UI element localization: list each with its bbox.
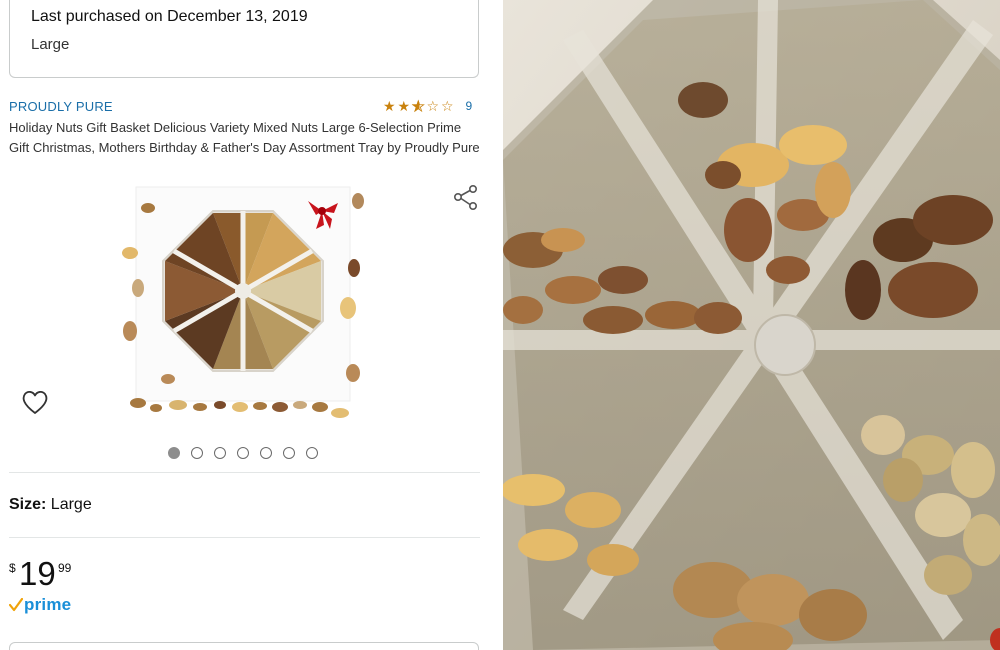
price-fraction: 99 <box>58 561 72 575</box>
check-icon <box>9 598 23 612</box>
carousel-dot[interactable] <box>214 447 226 459</box>
prime-badge: prime <box>9 595 71 615</box>
prime-label: prime <box>24 595 72 614</box>
brand-link[interactable]: PROUDLY PURE <box>9 99 113 114</box>
carousel-dot[interactable] <box>168 447 180 459</box>
product-image[interactable] <box>118 183 368 423</box>
divider <box>9 537 480 538</box>
image-carousel-dots[interactable] <box>168 447 318 459</box>
last-purchased-text: Last purchased on December 13, 2019 <box>31 8 308 25</box>
heart-icon[interactable] <box>19 386 51 418</box>
product-photo-zoomed <box>503 0 1000 650</box>
carousel-dot[interactable] <box>237 447 249 459</box>
product-title: Holiday Nuts Gift Basket Delicious Varie… <box>9 120 480 155</box>
product-detail-panel: Last purchased on December 13, 2019 Larg… <box>0 0 503 650</box>
carousel-dot[interactable] <box>191 447 203 459</box>
carousel-dot[interactable] <box>283 447 295 459</box>
divider <box>9 472 480 473</box>
star-full-icon: ★ <box>383 98 396 114</box>
star-half-icon: ★ <box>412 98 425 115</box>
star-full-icon: ★ <box>397 98 411 114</box>
purchase-history-box[interactable]: Last purchased on December 13, 2019 Larg… <box>9 0 479 78</box>
purchased-variant: Large <box>31 36 70 53</box>
carousel-dot[interactable] <box>260 447 272 459</box>
price-currency: $ <box>9 561 16 575</box>
rating-count[interactable]: 9 <box>466 99 473 113</box>
next-section-box[interactable] <box>9 642 479 650</box>
rating-widget[interactable]: ★ ★ ★ ☆ ☆ 9 <box>383 98 473 115</box>
price-whole: 19 <box>19 555 56 592</box>
star-empty-icon: ☆ <box>441 98 454 114</box>
size-row: Size: Large <box>9 496 92 514</box>
star-empty-icon: ☆ <box>426 98 440 114</box>
share-icon[interactable] <box>451 183 481 213</box>
carousel-dot[interactable] <box>306 447 318 459</box>
size-value: Large <box>50 496 92 513</box>
size-label: Size: <box>9 496 47 513</box>
